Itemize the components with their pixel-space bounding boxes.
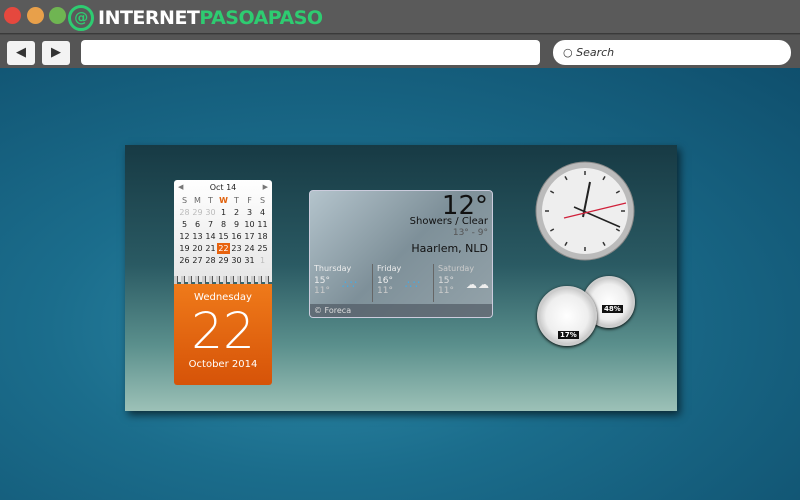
calendar-day[interactable]: 31 — [243, 255, 256, 266]
close-button[interactable] — [4, 7, 21, 24]
calendar-day[interactable]: 14 — [204, 231, 217, 242]
calendar-day[interactable]: 16 — [230, 231, 243, 242]
calendar-gadget[interactable]: ◀ Oct 14 ▶ S M T W T F S 28 29 30 1 2 3 4 5 6 7 8 9 10 11 12 13 1… — [174, 180, 272, 385]
toolbar: ◀ ▶ ○ Search — [0, 35, 800, 68]
calendar-day[interactable]: 28 — [204, 255, 217, 266]
calendar-day[interactable]: 25 — [256, 243, 269, 254]
calendar-day[interactable]: 8 — [217, 219, 230, 230]
calendar-day[interactable]: 1 — [256, 255, 269, 266]
calendar-day[interactable]: 15 — [217, 231, 230, 242]
cpu-value: 17% — [558, 331, 579, 339]
calendar-day[interactable]: 24 — [243, 243, 256, 254]
calendar-day[interactable]: 27 — [191, 255, 204, 266]
weekday-header: F — [247, 196, 252, 205]
month-label: Oct 14 — [209, 183, 237, 192]
weekday-header: T — [234, 196, 239, 205]
forecast-day: Saturday 15° 11° ☁☁ — [433, 264, 492, 302]
logo-icon: @ — [68, 5, 94, 31]
site-logo: @ INTERNET PASOAPASO — [68, 5, 323, 31]
weather-gadget[interactable]: 12° Showers / Clear 13° - 9° Haarlem, NL… — [309, 190, 493, 318]
prev-month-icon[interactable]: ◀ — [178, 183, 183, 191]
title-bar: @ INTERNET PASOAPASO — [0, 0, 800, 34]
rain-icon: ∴∵ — [342, 278, 358, 291]
weekday-header: S — [259, 196, 266, 205]
calendar-day[interactable]: 4 — [256, 207, 269, 218]
memory-value: 48% — [602, 305, 623, 313]
high-low: 13° - 9° — [452, 228, 488, 238]
calendar-day[interactable]: 17 — [243, 231, 256, 242]
calendar-day[interactable]: 21 — [204, 243, 217, 254]
calendar-day[interactable]: 6 — [191, 219, 204, 230]
search-input[interactable]: ○ Search — [553, 40, 791, 65]
forecast-day: Thursday 15° 11° ∴∵ — [314, 264, 358, 296]
forward-button[interactable]: ▶ — [42, 41, 70, 65]
day-number: 22 — [191, 302, 255, 360]
calendar-day[interactable]: 28 — [178, 207, 191, 218]
calendar-day[interactable]: 22 — [217, 243, 230, 254]
calendar-day[interactable]: 29 — [191, 207, 204, 218]
calendar-day[interactable]: 19 — [178, 243, 191, 254]
condition: Showers / Clear — [409, 216, 488, 227]
calendar-day[interactable]: 7 — [204, 219, 217, 230]
calendar-day[interactable]: 23 — [230, 243, 243, 254]
calendar-day[interactable]: 20 — [191, 243, 204, 254]
cloud-icon: ☁☁ — [466, 278, 490, 291]
search-icon: ○ — [563, 46, 573, 59]
calendar-day[interactable]: 3 — [243, 207, 256, 218]
calendar-day[interactable]: 13 — [191, 231, 204, 242]
forecast-day: Friday 16° 11° ∴∵ — [372, 264, 433, 302]
maximize-button[interactable] — [49, 7, 66, 24]
rain-icon: ∴∵ — [405, 278, 421, 291]
clock-gadget[interactable] — [534, 160, 636, 262]
city: Haarlem, NLD — [411, 242, 488, 255]
calendar-day[interactable]: 5 — [178, 219, 191, 230]
calendar-day[interactable]: 29 — [217, 255, 230, 266]
address-bar[interactable] — [81, 40, 540, 65]
calendar-day[interactable]: 18 — [256, 231, 269, 242]
weekday-header: S — [181, 196, 188, 205]
weekday-header: W — [219, 196, 228, 205]
calendar-day[interactable]: 1 — [217, 207, 230, 218]
calendar-day[interactable]: 2 — [230, 207, 243, 218]
weekday-header: T — [208, 196, 213, 205]
calendar-day[interactable]: 10 — [243, 219, 256, 230]
weekday-header: M — [194, 196, 201, 205]
back-button[interactable]: ◀ — [7, 41, 35, 65]
calendar-day[interactable]: 9 — [230, 219, 243, 230]
weather-credit: © Foreca — [310, 304, 492, 317]
calendar-grid: S M T W T F S 28 29 30 1 2 3 4 5 6 7 8 9 10 11 12 13 14 15 16 17 18… — [178, 195, 268, 266]
calendar-day[interactable]: 11 — [256, 219, 269, 230]
calendar-day[interactable]: 12 — [178, 231, 191, 242]
calendar-day[interactable]: 30 — [230, 255, 243, 266]
minimize-button[interactable] — [27, 7, 44, 24]
calendar-day[interactable]: 26 — [178, 255, 191, 266]
month-year: October 2014 — [188, 359, 258, 370]
next-month-icon[interactable]: ▶ — [263, 183, 268, 191]
calendar-day[interactable]: 30 — [204, 207, 217, 218]
